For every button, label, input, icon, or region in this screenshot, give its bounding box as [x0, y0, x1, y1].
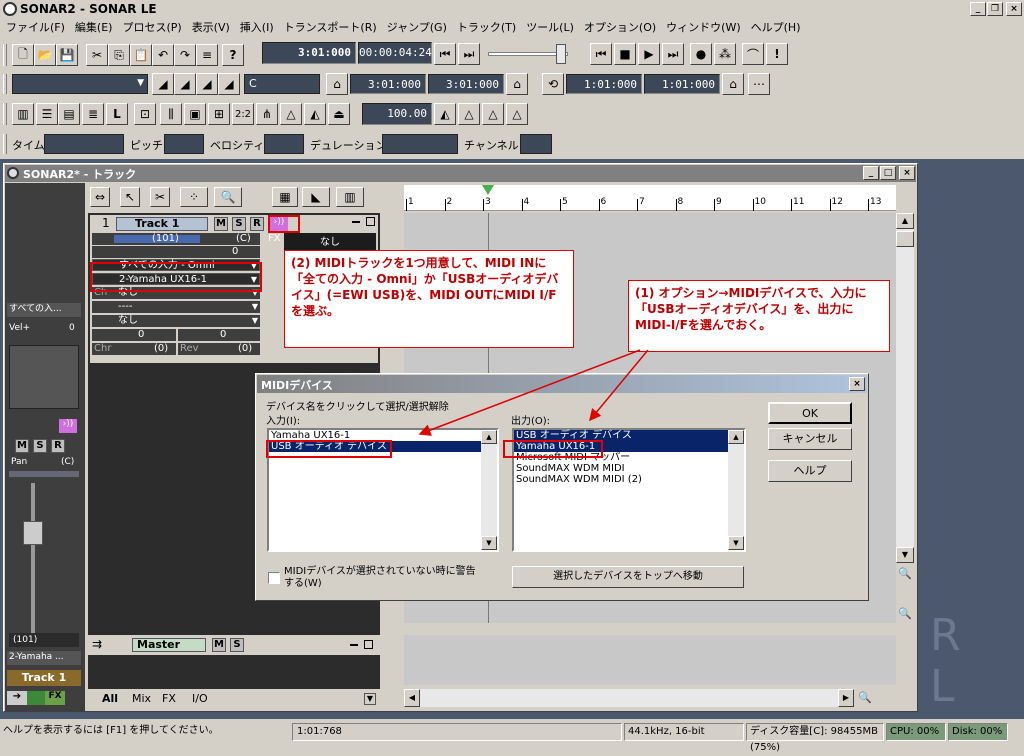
status-help: ヘルプを表示するには [F1] を押してください。 — [3, 725, 219, 736]
callout-arrows — [418, 349, 649, 436]
status-disk: ディスク容量[C]: 98455MB (75%) — [746, 723, 884, 753]
status-bar: ヘルプを表示するには [F1] を押してください。 1:01:768 44.1k… — [0, 722, 1024, 753]
status-time: 1:01:768 — [292, 723, 622, 741]
status-cpu: CPU: 00% — [886, 723, 946, 741]
status-disk-io: Disk: 00% — [948, 723, 1008, 741]
status-format: 44.1kHz, 16-bit — [624, 723, 744, 741]
